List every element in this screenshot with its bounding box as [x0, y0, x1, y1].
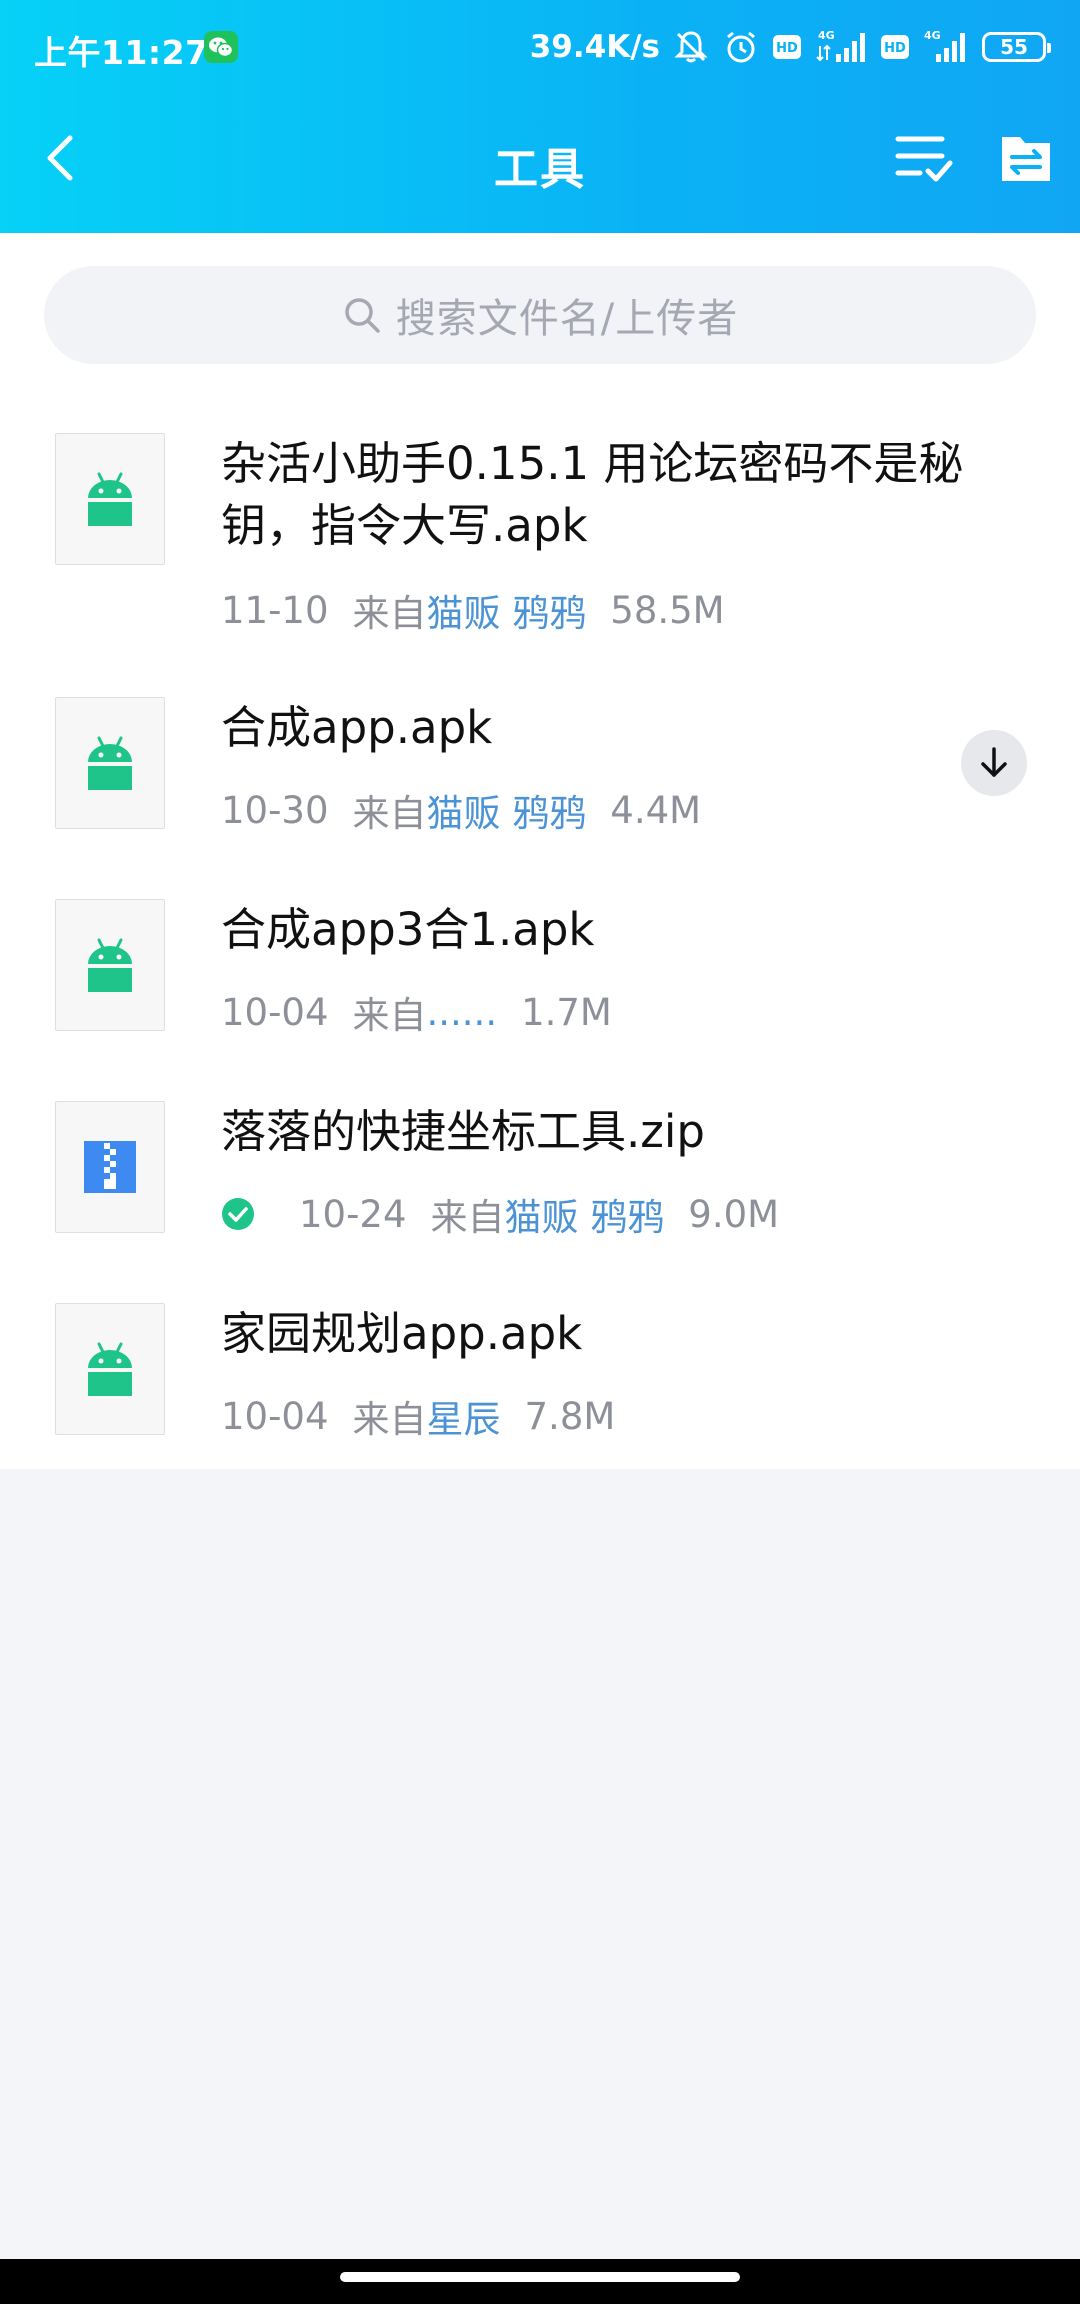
- file-name: 合成app3合1.apk: [221, 903, 595, 956]
- file-name: 落落的快捷坐标工具.zip: [221, 1105, 705, 1158]
- uploader-link[interactable]: 猫贩 鸦鸦: [427, 783, 587, 837]
- android-icon: [88, 736, 132, 790]
- apk-file-thumbnail: [55, 433, 165, 565]
- download-icon: [981, 747, 1007, 777]
- file-size: 4.4M: [610, 788, 702, 832]
- file-list-panel: 搜索文件名/上传者 杂活小助手0.15.1 用论坛密码不是秘钥，指令大写.apk…: [0, 233, 1080, 1469]
- file-size: 7.8M: [524, 1394, 616, 1438]
- file-size: 58.5M: [610, 588, 725, 632]
- android-icon: [88, 472, 132, 526]
- apk-file-thumbnail: [55, 1303, 165, 1435]
- from-label: 来自: [352, 792, 427, 835]
- file-meta: 10-04 来自 ...... 1.7M: [221, 985, 612, 1039]
- net-speed: 39.4K/s: [529, 29, 660, 65]
- system-gesture-bar: [0, 2259, 1080, 2304]
- search-placeholder: 搜索文件名/上传者: [395, 296, 739, 342]
- list-check-icon: [895, 136, 953, 182]
- file-date: 10-04: [221, 990, 329, 1034]
- network-type-2: 4G: [924, 29, 941, 42]
- file-date: 10-24: [299, 1192, 407, 1236]
- file-name: 杂活小助手0.15.1 用论坛密码不是秘钥，指令大写.apk: [221, 437, 964, 552]
- file-date: 10-30: [221, 788, 329, 832]
- from-label: 来自: [352, 994, 427, 1037]
- search-input[interactable]: 搜索文件名/上传者: [44, 266, 1036, 364]
- battery-level: 55: [1000, 35, 1028, 59]
- hd-icon: HD: [773, 35, 801, 59]
- file-size: 1.7M: [521, 990, 612, 1034]
- android-icon: [88, 1342, 132, 1396]
- uploader-link[interactable]: ......: [427, 991, 498, 1034]
- zip-file-thumbnail: [55, 1101, 165, 1233]
- file-meta: 10-24 来自 猫贩 鸦鸦 9.0M: [221, 1187, 779, 1241]
- file-meta: 10-04 来自 星辰 7.8M: [221, 1389, 615, 1443]
- from-label: 来自: [352, 1398, 427, 1441]
- uploader-link[interactable]: 星辰: [427, 1389, 501, 1443]
- mute-icon: [674, 31, 708, 63]
- folder-transfer-icon: [1002, 137, 1050, 181]
- downloaded-check-icon: [222, 1198, 254, 1230]
- signal-4g-icon-2: 4G: [924, 29, 965, 62]
- file-meta: 11-10 来自 猫贩 鸦鸦 58.5M: [221, 583, 725, 637]
- file-item[interactable]: 杂活小助手0.15.1 用论坛密码不是秘钥，指令大写.apk 11-10 来自 …: [0, 433, 1080, 663]
- download-button[interactable]: [961, 730, 1027, 796]
- signal-4g-icon: 4G: [816, 29, 865, 62]
- status-time: 上午11:27: [34, 33, 209, 72]
- alarm-icon: [727, 31, 755, 63]
- file-meta: 10-30 来自 猫贩 鸦鸦 4.4M: [221, 783, 701, 837]
- status-bar: 上午11:27 39.4K/s HD 4G HD 4G 55: [0, 0, 1080, 95]
- battery-icon: 55: [982, 32, 1051, 62]
- apk-file-thumbnail: [55, 697, 165, 829]
- file-item[interactable]: 合成app3合1.apk 10-04 来自 ...... 1.7M: [0, 899, 1080, 1069]
- nav-bar: 工具: [0, 95, 1080, 233]
- hd-text: HD: [776, 41, 798, 56]
- file-date: 10-04: [221, 1394, 329, 1438]
- file-item[interactable]: 合成app.apk 10-30 来自 猫贩 鸦鸦 4.4M: [0, 697, 1080, 867]
- multi-select-button[interactable]: [892, 129, 956, 187]
- app-header: 上午11:27 39.4K/s HD 4G HD 4G 55 工具: [0, 0, 1080, 233]
- file-size: 9.0M: [688, 1192, 780, 1236]
- file-item[interactable]: 家园规划app.apk 10-04 来自 星辰 7.8M: [0, 1303, 1080, 1469]
- apk-file-thumbnail: [55, 899, 165, 1031]
- network-type: 4G: [818, 29, 835, 42]
- android-icon: [88, 938, 132, 992]
- zip-icon: [84, 1141, 136, 1193]
- hd-icon-2: HD: [881, 35, 909, 59]
- file-date: 11-10: [221, 588, 329, 632]
- status-indicators: 39.4K/s HD 4G HD 4G 55: [529, 24, 1051, 70]
- uploader-link[interactable]: 猫贩 鸦鸦: [427, 583, 587, 637]
- from-label: 来自: [352, 592, 427, 635]
- file-name: 家园规划app.apk: [221, 1307, 583, 1360]
- wechat-icon: [204, 31, 238, 63]
- from-label: 来自: [430, 1196, 505, 1239]
- home-gesture-handle[interactable]: [340, 2272, 740, 2282]
- file-item[interactable]: 落落的快捷坐标工具.zip 10-24 来自 猫贩 鸦鸦 9.0M: [0, 1101, 1080, 1271]
- search-icon: [345, 298, 380, 333]
- hd-text-2: HD: [884, 41, 906, 56]
- file-name: 合成app.apk: [221, 701, 493, 754]
- uploader-link[interactable]: 猫贩 鸦鸦: [505, 1187, 665, 1241]
- transfer-list-button[interactable]: [998, 129, 1054, 187]
